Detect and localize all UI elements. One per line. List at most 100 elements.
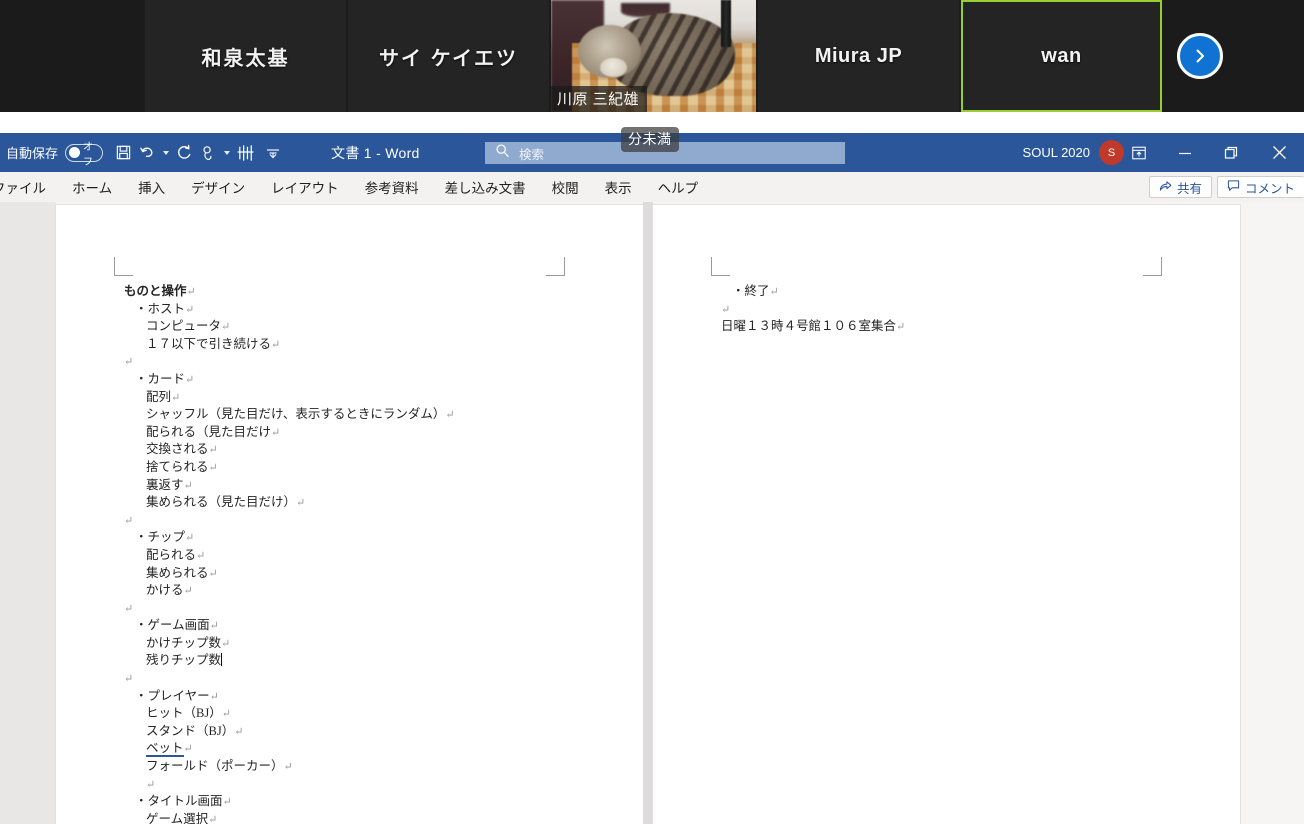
screen: 和泉太基 サイ ケイエツ 川原 三紀雄 Miura JP wan 自動保存 オフ [0, 0, 1304, 824]
paragraph-mark: ↵ [209, 690, 219, 703]
participant-name-label: 和泉太基 [201, 47, 290, 70]
document-line: 配列↵ [146, 389, 181, 404]
close-icon[interactable] [1254, 133, 1304, 172]
document-line: 捨てられる↵ [146, 459, 218, 474]
paragraph-mark: ↵ [271, 338, 281, 351]
customize-qat-icon[interactable] [259, 138, 287, 168]
next-participants-button[interactable] [1177, 33, 1223, 79]
paragraph-mark: ↵ [124, 356, 134, 369]
paragraph-mark: ↵ [196, 549, 206, 562]
window-controls [1116, 133, 1304, 172]
document-line: スタンド（BJ）↵ [146, 723, 244, 738]
paragraph-mark: ↵ [183, 743, 193, 756]
margin-mark-top-right [546, 257, 565, 276]
document-line: ↵ [124, 670, 624, 688]
tab-review[interactable]: 校閲 [539, 172, 592, 202]
tab-view[interactable]: 表示 [592, 172, 645, 202]
document-line: ↵ [124, 776, 624, 794]
paragraph-mark: ↵ [124, 602, 134, 615]
document-line: 裏返す↵ [146, 477, 193, 492]
participant-name-label: サイ ケイエツ [379, 47, 518, 70]
share-label: 共有 [1176, 181, 1202, 196]
paragraph-mark: ↵ [769, 286, 779, 298]
page-2-text[interactable]: ・終了↵ ↵ 日曜１３時４号館１０６室集合↵ [721, 283, 1221, 336]
autosave-toggle[interactable]: オフ [65, 142, 104, 168]
participant-name-label: wan [1041, 44, 1082, 67]
document-line: かけチップ数↵ [146, 635, 231, 650]
quick-access-toolbar [111, 138, 287, 168]
chevron-right-icon [1191, 47, 1209, 65]
tab-help[interactable]: ヘルプ [645, 172, 712, 202]
restore-icon[interactable] [1208, 133, 1254, 172]
document-line: ・ゲーム画面↵ [135, 618, 219, 633]
tab-file[interactable]: ファイル [0, 172, 59, 202]
search-icon [495, 143, 510, 163]
margin-mark-top-right [1143, 257, 1162, 276]
share-button[interactable]: 共有 [1148, 176, 1212, 198]
account-name: SOUL 2020 [1022, 145, 1090, 160]
read-aloud-icon[interactable] [233, 138, 259, 168]
comment-icon [1227, 179, 1240, 195]
paragraph-mark: ↵ [234, 725, 244, 738]
paragraph-mark: ↵ [183, 585, 193, 598]
autosave-control[interactable]: 自動保存 オフ [0, 142, 104, 168]
document-line: ・タイトル画面↵ [135, 794, 232, 809]
tooltip: 分未満 [621, 127, 679, 152]
redo-icon[interactable] [172, 138, 196, 168]
paragraph-mark: ↵ [271, 426, 281, 439]
ribbon-right-actions: 共有 コメント [1148, 172, 1304, 202]
tab-home[interactable]: ホーム [59, 172, 125, 202]
account-area[interactable]: SOUL 2020 S [1023, 133, 1124, 172]
tab-layout[interactable]: レイアウト [258, 172, 352, 202]
participant-tile-3[interactable]: 川原 三紀雄 [551, 0, 756, 112]
participant-tile-2[interactable]: サイ ケイエツ [348, 0, 549, 112]
document-line: 配られる（見た目だけ↵ [146, 424, 281, 439]
tab-mailings[interactable]: 差し込み文書 [432, 172, 539, 202]
paragraph-mark: ↵ [445, 409, 455, 422]
paragraph-mark: ↵ [186, 286, 196, 298]
document-title: 文書 1 - Word [331, 144, 420, 161]
document-canvas[interactable]: ものと操作↵ ・ホスト↵ コンピュータ↵ １７以下で引き続ける↵ ↵ ・カード↵ 配列↵ シャ… [0, 202, 1304, 824]
paragraph-mark: ↵ [208, 813, 218, 824]
paragraph-mark: ↵ [221, 321, 231, 334]
left-gutter [0, 202, 56, 824]
undo-icon[interactable] [135, 138, 159, 168]
paragraph-mark: ↵ [296, 497, 306, 510]
paragraph-mark: ↵ [208, 461, 218, 474]
paragraph-mark: ↵ [208, 444, 218, 457]
document-line: コンピュータ↵ [146, 319, 231, 334]
document-line: 日曜１３時４号館１０６室集合↵ [721, 319, 906, 334]
paragraph-mark: ↵ [721, 303, 731, 316]
participant-tile-1[interactable]: 和泉太基 [145, 0, 346, 112]
ribbon-display-options-icon[interactable] [1116, 133, 1162, 172]
paragraph-mark: ↵ [185, 532, 195, 545]
document-line: ・チップ↵ [135, 530, 195, 545]
touch-mode-dropdown-icon[interactable] [220, 138, 233, 168]
comment-button[interactable]: コメント [1216, 176, 1304, 198]
participant-tile-4[interactable]: Miura JP [758, 0, 959, 112]
page-gap [643, 202, 653, 824]
tab-design[interactable]: デザイン [178, 172, 258, 202]
undo-dropdown-icon[interactable] [159, 138, 172, 168]
minimize-icon[interactable] [1162, 133, 1208, 172]
tab-insert[interactable]: 挿入 [125, 172, 178, 202]
margin-mark-top-left [114, 257, 133, 276]
document-line: ↵ [124, 512, 624, 530]
paragraph-mark: ↵ [185, 303, 195, 316]
page-1[interactable]: ものと操作↵ ・ホスト↵ コンピュータ↵ １７以下で引き続ける↵ ↵ ・カード↵ 配列↵ シャ… [56, 205, 643, 824]
video-conference-strip: 和泉太基 サイ ケイエツ 川原 三紀雄 Miura JP wan [0, 0, 1304, 112]
save-icon[interactable] [111, 138, 135, 168]
touch-mode-icon[interactable] [196, 138, 220, 168]
tab-references[interactable]: 参考資料 [352, 172, 432, 202]
document-line: ・終了↵ [732, 284, 779, 298]
paragraph-mark: ↵ [222, 796, 232, 809]
share-icon [1159, 179, 1172, 195]
search-placeholder: 検索 [519, 147, 545, 162]
page-2[interactable]: ・終了↵ ↵ 日曜１３時４号館１０６室集合↵ [653, 205, 1240, 824]
participant-tile-5[interactable]: wan [961, 0, 1162, 112]
comment-label: コメント [1244, 181, 1295, 196]
page-1-text[interactable]: ものと操作↵ ・ホスト↵ コンピュータ↵ １７以下で引き続ける↵ ↵ ・カード↵ 配列↵ シャ… [124, 283, 624, 824]
paragraph-mark: ↵ [124, 514, 134, 527]
document-line: ・プレイヤー↵ [135, 688, 219, 703]
document-line: ものと操作↵ [124, 284, 196, 298]
